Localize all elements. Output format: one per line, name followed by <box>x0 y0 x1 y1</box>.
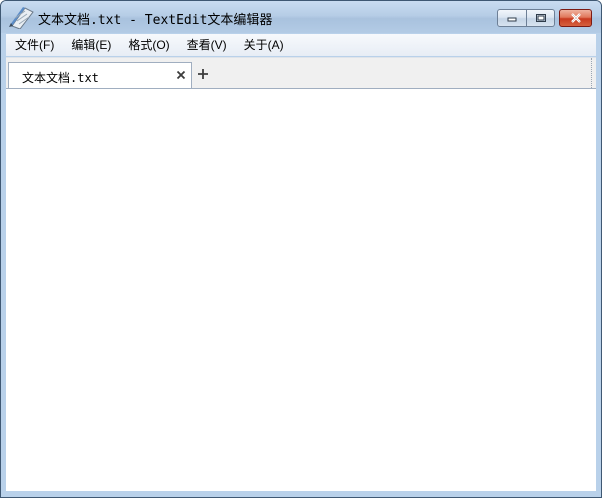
close-icon <box>570 13 581 23</box>
editor-area[interactable] <box>6 88 596 491</box>
close-button[interactable] <box>559 9 592 27</box>
minimize-button[interactable] <box>497 9 527 27</box>
maximize-button[interactable] <box>527 9 555 27</box>
tab-label: 文本文档.txt <box>22 71 99 85</box>
app-window: 文本文档.txt - TextEdit文本编辑器 文件(F) 编辑(E) 格式(… <box>0 0 602 498</box>
menu-edit[interactable]: 编辑(E) <box>62 34 119 56</box>
tab-scroll-edge <box>591 58 596 88</box>
title-bar[interactable]: 文本文档.txt - TextEdit文本编辑器 <box>1 1 601 33</box>
tab-bar: 文本文档.txt <box>6 57 596 89</box>
notepad-icon <box>9 7 34 29</box>
window-title: 文本文档.txt - TextEdit文本编辑器 <box>38 13 273 28</box>
menu-view[interactable]: 查看(V) <box>178 34 235 56</box>
maximize-icon <box>535 14 546 22</box>
text-editor[interactable] <box>6 89 596 491</box>
minimize-icon <box>507 17 517 22</box>
tab-document[interactable]: 文本文档.txt <box>8 62 192 89</box>
close-tab-icon[interactable] <box>175 69 187 81</box>
plus-icon[interactable] <box>196 67 210 81</box>
menu-bar: 文件(F) 编辑(E) 格式(O) 查看(V) 关于(A) <box>6 34 596 56</box>
menu-format[interactable]: 格式(O) <box>119 34 177 56</box>
menu-file[interactable]: 文件(F) <box>6 34 62 56</box>
menu-about[interactable]: 关于(A) <box>235 34 292 56</box>
caption-buttons <box>497 9 592 27</box>
